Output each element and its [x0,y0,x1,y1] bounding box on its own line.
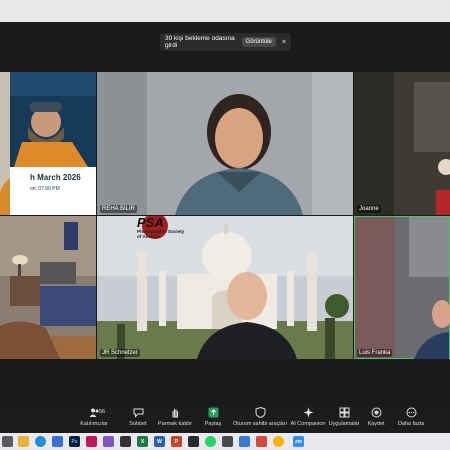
video-tile-jr[interactable]: PSA Photographic Society of America JR S… [97,216,353,359]
shield-icon [255,407,265,418]
taskview-icon[interactable] [2,436,13,447]
waiting-room-text: 30 kişi bekleme odasına girdi [165,35,235,49]
poster-date: h March 2026 [30,173,81,182]
raise-hand-button[interactable]: Parmak kaldır [158,407,192,433]
apps-label: Uygulamalar [328,421,360,427]
video-tile-joanne[interactable]: Joanne [354,72,450,215]
host-tools-label: Oturum sahibi araçları [232,421,288,427]
participant-video [0,216,96,359]
more-label: Daha fazla [397,421,425,427]
participants-label: Katılımcılar [80,421,108,427]
windows-taskbar: Ps X W P zm [0,433,450,450]
app-icon[interactable] [222,436,233,447]
video-tile-luis[interactable]: Luis Franka [354,216,450,359]
more-icon [406,407,416,418]
word-icon[interactable]: W [154,436,165,447]
sparkle-icon [303,407,313,418]
app-icon[interactable] [239,436,250,447]
participants-button[interactable]: 56 Katılımcılar [76,407,112,433]
participants-icon [89,408,98,417]
whatsapp-icon[interactable] [205,436,216,447]
psa-subtitle: Photographic Society of America [137,229,185,239]
photoshop-icon[interactable]: Ps [69,436,80,447]
app-icon[interactable] [256,436,267,447]
app-icon[interactable] [103,436,114,447]
video-tile-room[interactable] [0,216,96,359]
excel-icon[interactable]: X [137,436,148,447]
participant-name: JR Schnelzer [100,349,140,357]
participant-name: REHA BİLİR [100,205,138,213]
participant-name: Joanne [357,205,381,213]
record-icon [371,407,381,418]
edge-icon[interactable] [35,436,46,447]
mail-icon[interactable] [52,436,63,447]
chat-icon [133,408,143,418]
participant-video [354,72,450,215]
share-button[interactable]: Paylaş [198,407,228,433]
participants-count: 56 [99,409,106,415]
chat-button[interactable]: Sohbet [122,407,154,433]
participant-video [355,217,450,359]
video-tile-reha[interactable]: REHA BİLİR [97,72,353,215]
video-tile-poster[interactable]: h March 2026 on: 07:00 PM [0,72,96,215]
poster-time: on: 07:00 PM [30,186,60,192]
app-icon[interactable] [188,436,199,447]
record-label: Kaydet [367,421,385,427]
participant-name: Luis Franka [357,349,393,357]
more-button[interactable]: Daha fazla [396,407,426,433]
raise-hand-label: Parmak kaldır [158,421,192,427]
participant-video [97,72,353,215]
chrome-icon[interactable] [273,436,284,447]
psa-logo: PSA [137,216,164,230]
host-tools-button[interactable]: Oturum sahibi araçları [232,407,288,433]
ai-companion-button[interactable]: AI Companion [290,407,326,433]
zoom-icon[interactable]: zm [293,436,304,447]
apps-button[interactable]: Uygulamalar [328,407,360,433]
participant-video [97,216,353,359]
powerpoint-icon[interactable]: P [171,436,182,447]
ai-companion-label: AI Companion [290,421,326,427]
view-button[interactable]: Görüntüle [241,37,276,47]
file-explorer-icon[interactable] [18,436,29,447]
app-icon[interactable] [120,436,131,447]
meeting-toolbar: 56 Katılımcılar Sohbet Parmak kaldır Pay… [0,405,450,433]
share-screen-icon [208,407,218,418]
window-top-bar [0,0,450,22]
waiting-room-notice: 30 kişi bekleme odasına girdi Görüntüle … [160,33,291,51]
poster-image [0,72,96,215]
record-button[interactable]: Kaydet [364,407,388,433]
close-icon[interactable]: × [282,39,286,46]
apps-icon [339,407,349,418]
app-icon[interactable] [86,436,97,447]
share-label: Paylaş [204,421,222,427]
chat-label: Sohbet [129,421,147,427]
hand-icon [171,409,178,418]
